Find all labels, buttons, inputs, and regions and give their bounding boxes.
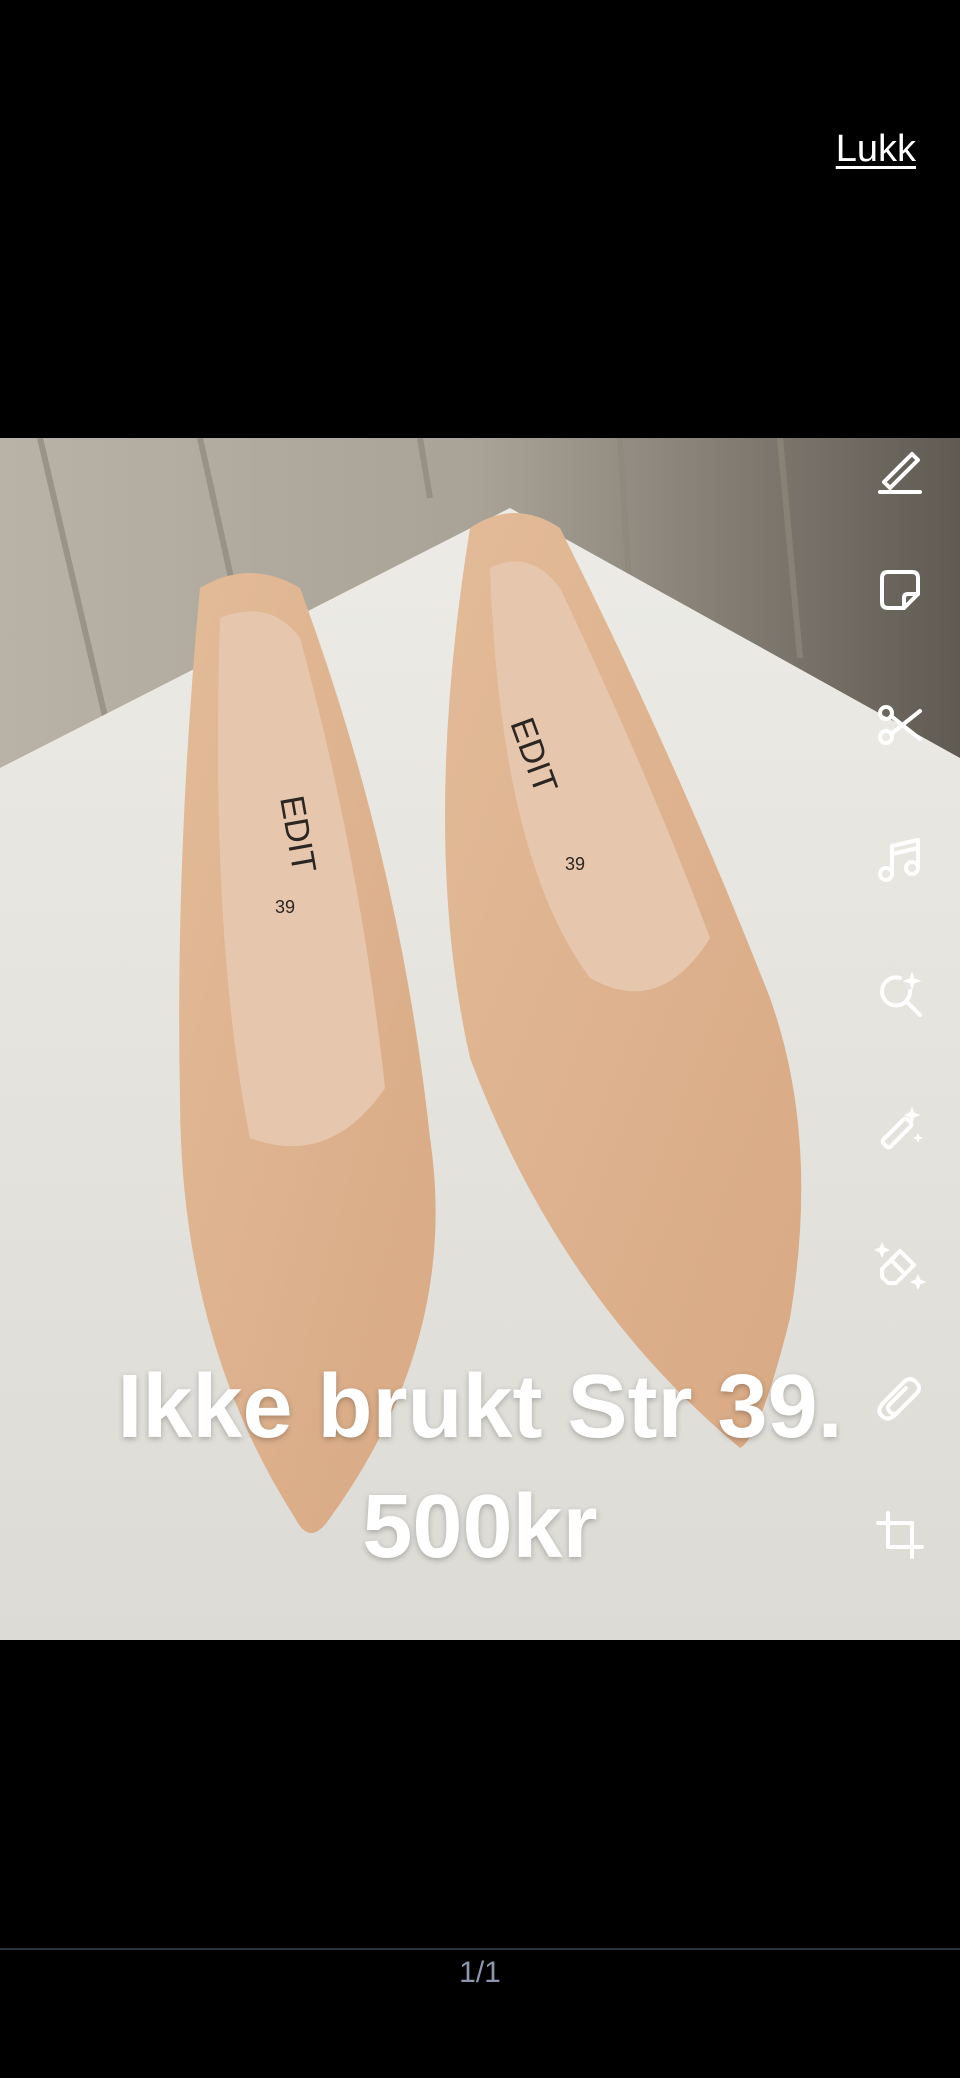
right-insole-size: 39: [565, 854, 585, 874]
music-note-icon[interactable]: [868, 828, 932, 892]
shoe-photo: EDIT 39 EDIT 39: [0, 438, 960, 1640]
bottom-divider: [0, 1948, 960, 1950]
caption-line-1: Ikke brukt Str 39.: [117, 1357, 843, 1457]
caption-line-2: 500kr: [362, 1477, 598, 1577]
sticker-icon[interactable]: [868, 558, 932, 622]
scissors-icon[interactable]: [868, 693, 932, 757]
left-insole-size: 39: [275, 897, 295, 917]
page-indicator: 1/1: [459, 1956, 501, 1989]
magic-search-icon[interactable]: [868, 963, 932, 1027]
magic-wand-icon[interactable]: [868, 1098, 932, 1162]
pen-icon[interactable]: [868, 438, 932, 502]
magic-eraser-icon[interactable]: [868, 1233, 932, 1297]
close-link[interactable]: Lukk: [836, 128, 916, 171]
editing-toolbar: [840, 438, 960, 1640]
